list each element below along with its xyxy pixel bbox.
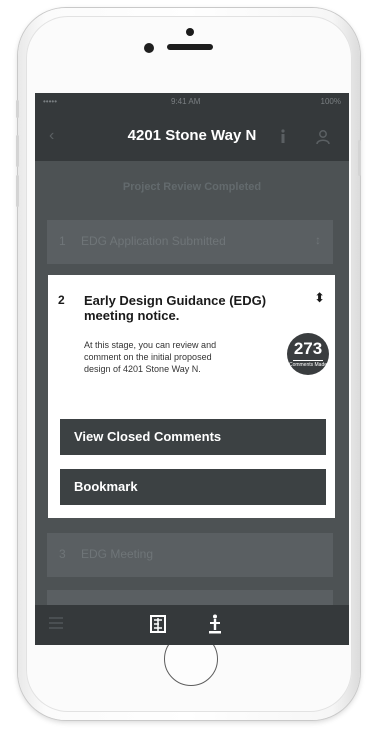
proximity-sensor-icon bbox=[186, 28, 194, 36]
status-bar: ••••• 9:41 AM 100% bbox=[35, 93, 349, 113]
nav-bar: ‹ 4201 Stone Way N bbox=[35, 113, 349, 161]
front-camera-icon bbox=[144, 43, 154, 53]
volume-down-button bbox=[16, 175, 19, 207]
earpiece-speaker bbox=[167, 44, 213, 50]
expand-toggle-icon[interactable]: ⬍ bbox=[314, 291, 325, 304]
view-closed-comments-button[interactable]: View Closed Comments bbox=[60, 419, 326, 455]
stage-card-edg-meeting-notice: 2 Early Design Guidance (EDG) meeting no… bbox=[48, 275, 335, 518]
info-icon[interactable] bbox=[277, 128, 289, 144]
review-status-text: Project Review Completed bbox=[122, 181, 262, 193]
stage-item-edg-application[interactable]: 1 EDG Application Submitted ↕ bbox=[47, 220, 333, 264]
comments-count-badge: 273 Comments Made bbox=[287, 333, 329, 375]
stage-item-edg-meeting[interactable]: 3 EDG Meeting bbox=[47, 533, 333, 577]
pin-icon[interactable] bbox=[209, 614, 221, 634]
bookmark-button[interactable]: Bookmark bbox=[60, 469, 326, 505]
user-icon[interactable] bbox=[315, 129, 331, 145]
status-time: 9:41 AM bbox=[171, 97, 201, 106]
review-status-banner: Project Review Completed bbox=[35, 161, 349, 217]
carrier-signal: ••••• bbox=[43, 97, 58, 106]
volume-up-button bbox=[16, 135, 19, 167]
tab-bar bbox=[35, 605, 349, 645]
stage-description: At this stage, you can review and commen… bbox=[84, 340, 217, 374]
battery-level: 100% bbox=[320, 97, 341, 106]
expand-toggle-icon[interactable]: ↕ bbox=[315, 233, 321, 247]
page-title: 4201 Stone Way N bbox=[127, 127, 257, 144]
stage-label: EDG Application Submitted bbox=[81, 234, 226, 248]
stage-number: 3 bbox=[59, 547, 66, 561]
power-button bbox=[358, 140, 361, 176]
map-icon[interactable] bbox=[150, 615, 166, 633]
stage-number: 1 bbox=[59, 234, 66, 248]
comments-label: Comments Made bbox=[288, 362, 328, 368]
mute-switch bbox=[16, 100, 19, 118]
app-screen: ••••• 9:41 AM 100% ‹ 4201 Stone Way N Pr… bbox=[35, 93, 349, 645]
stage-label: EDG Meeting bbox=[81, 547, 154, 561]
stage-number: 2 bbox=[58, 293, 65, 307]
stage-title: Early Design Guidance (EDG) meeting noti… bbox=[84, 293, 267, 323]
badge-divider bbox=[293, 360, 323, 361]
comments-count: 273 bbox=[293, 339, 323, 358]
menu-icon[interactable] bbox=[49, 617, 63, 629]
